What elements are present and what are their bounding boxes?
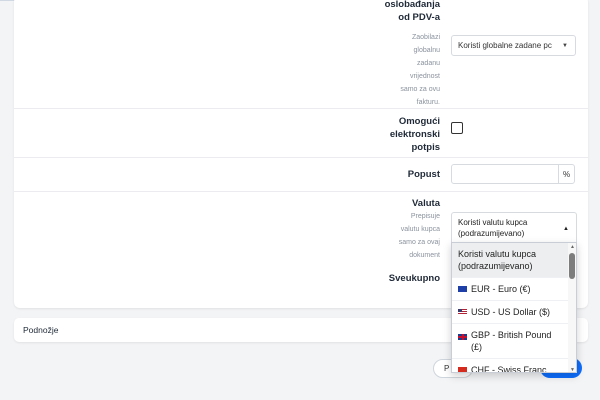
currency-selected-line2: (podrazumijevano) bbox=[458, 229, 525, 238]
currency-hint-line: dokument bbox=[409, 252, 440, 259]
currency-option-usd[interactable]: USD - US Dollar ($) bbox=[452, 301, 576, 324]
row-divider bbox=[14, 191, 588, 192]
discount-input[interactable] bbox=[451, 164, 559, 184]
chevron-down-icon: ▼ bbox=[562, 42, 568, 49]
currency-hint-line: valutu kupca bbox=[400, 226, 440, 233]
currency-label: Valuta bbox=[412, 198, 440, 209]
tax-exempt-hint: Zaobilazi globalnu zadanu vrijednost sam… bbox=[340, 31, 440, 109]
scroll-up-icon[interactable]: ▲ bbox=[570, 244, 575, 250]
row-divider bbox=[14, 157, 588, 158]
tax-exempt-hint-line: vrijednost bbox=[410, 73, 440, 80]
currency-dropdown[interactable]: Koristi valutu kupca (podrazumijevano) E… bbox=[451, 242, 577, 373]
tax-exempt-select-value: Koristi globalne zadane pc bbox=[458, 41, 552, 50]
option-label: USD - US Dollar ($) bbox=[471, 307, 551, 317]
currency-hint-line: Prepisuje bbox=[410, 213, 440, 220]
scroll-down-icon[interactable]: ▼ bbox=[570, 367, 575, 372]
tax-exempt-hint-line: globalnu bbox=[413, 47, 440, 54]
scrollbar-thumb[interactable] bbox=[569, 253, 575, 279]
footer-label: Podnožje bbox=[23, 325, 59, 335]
esign-label-line1: Omogući bbox=[398, 116, 440, 127]
preview-button-label: P bbox=[444, 364, 450, 373]
total-label: Sveukupno bbox=[388, 273, 440, 284]
esign-label-line2: elektronski bbox=[389, 129, 440, 140]
tax-exempt-label-line2: od PDV-a bbox=[398, 12, 440, 23]
esign-checkbox[interactable] bbox=[451, 122, 463, 134]
discount-label: Popust bbox=[407, 169, 440, 180]
option-label: (£) bbox=[471, 342, 482, 352]
percent-addon: % bbox=[558, 164, 575, 184]
ch-flag-icon bbox=[458, 366, 467, 372]
chevron-up-icon: ▲ bbox=[563, 226, 569, 232]
option-label: Koristi valutu kupca bbox=[458, 249, 537, 259]
tax-exempt-hint-line: Zaobilazi bbox=[411, 34, 440, 41]
option-label: EUR - Euro (€) bbox=[471, 284, 531, 294]
esign-label-line3: potpis bbox=[411, 142, 441, 153]
currency-option-customer[interactable]: Koristi valutu kupca (podrazumijevano) bbox=[452, 243, 576, 278]
tax-exempt-hint-line: zadanu bbox=[417, 60, 440, 67]
dropdown-scrollbar[interactable]: ▲ ▼ bbox=[568, 243, 576, 372]
us-flag-icon bbox=[458, 308, 467, 315]
option-label: (podrazumijevano) bbox=[458, 261, 533, 271]
currency-option-gbp[interactable]: GBP - British Pound (£) bbox=[452, 324, 576, 359]
tax-exempt-select[interactable]: Koristi globalne zadane pc ▼ bbox=[451, 35, 576, 56]
currency-hint: Prepisuje valutu kupca samo za ovaj doku… bbox=[340, 210, 440, 262]
row-divider bbox=[14, 108, 588, 109]
currency-select[interactable]: Koristi valutu kupca (podrazumijevano) ▲ bbox=[451, 212, 577, 242]
eu-flag-icon bbox=[458, 285, 467, 292]
currency-hint-line: samo za ovaj bbox=[398, 239, 440, 246]
currency-selected-line1: Koristi valutu kupca bbox=[458, 218, 528, 227]
currency-option-eur[interactable]: EUR - Euro (€) bbox=[452, 278, 576, 301]
option-label: GBP - British Pound bbox=[471, 330, 552, 340]
option-label: CHF - Swiss Franc bbox=[471, 365, 547, 373]
tax-exempt-hint-line: samo za ovu bbox=[400, 86, 440, 93]
tax-exempt-label-line1: oslobađanja bbox=[384, 0, 440, 10]
tax-exempt-label: oslobađanja od PDV-a bbox=[340, 0, 440, 24]
currency-option-chf[interactable]: CHF - Swiss Franc bbox=[452, 359, 576, 373]
gb-flag-icon bbox=[458, 334, 467, 340]
esign-label: Omogući elektronski potpis bbox=[340, 115, 440, 154]
